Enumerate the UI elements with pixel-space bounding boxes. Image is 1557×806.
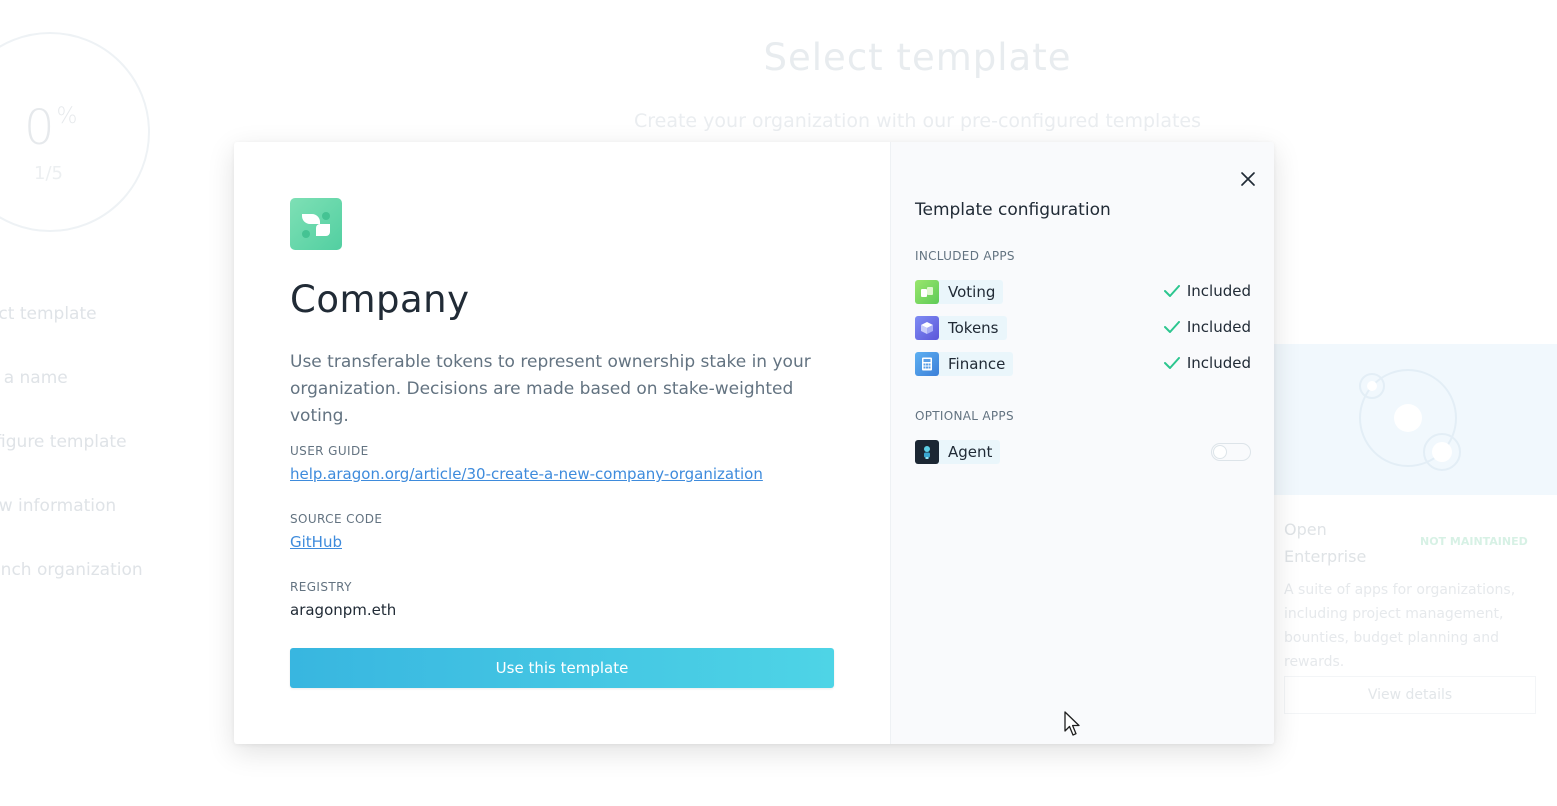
use-template-button[interactable]: Use this template xyxy=(290,648,834,688)
card-description: A suite of apps for organizations, inclu… xyxy=(1284,582,1516,670)
app-name: Voting xyxy=(948,283,996,301)
app-name: Agent xyxy=(948,443,993,461)
close-icon xyxy=(1241,172,1255,186)
included-status: Included xyxy=(1163,282,1251,300)
step-launch-organization: Launch organization xyxy=(0,560,143,580)
user-guide-link[interactable]: help.aragon.org/article/30-create-a-new-… xyxy=(290,465,763,483)
check-icon xyxy=(1163,357,1180,369)
registry-value: aragonpm.eth xyxy=(290,601,397,619)
page-subtitle: Create your organization with our pre-co… xyxy=(633,110,1201,132)
app-row-agent: Agent xyxy=(915,440,1251,464)
app-badge: Finance xyxy=(915,352,1014,376)
included-apps-label: INCLUDED APPS xyxy=(915,249,1015,263)
tokens-app-icon xyxy=(915,316,939,340)
close-button[interactable] xyxy=(1233,164,1263,194)
template-description: Use transferable tokens to represent own… xyxy=(290,352,811,426)
step-configure-template: Configure template xyxy=(0,432,127,452)
company-template-icon xyxy=(290,198,342,250)
template-configuration-panel: Template configuration INCLUDED APPS Vot… xyxy=(890,142,1274,744)
planet-icon xyxy=(1359,369,1461,471)
voting-app-icon xyxy=(915,280,939,304)
optional-apps-label: OPTIONAL APPS xyxy=(915,409,1014,423)
app-row-voting: Voting Included xyxy=(915,280,1251,304)
progress-count: 1/5 xyxy=(34,163,63,184)
view-details-button: View details xyxy=(1284,676,1536,714)
card-name: Open Enterprise xyxy=(1284,520,1367,566)
registry-label: REGISTRY xyxy=(290,580,352,594)
config-title: Template configuration xyxy=(915,200,1111,220)
template-modal: Company Use transferable tokens to repre… xyxy=(234,142,1274,744)
mouse-cursor-icon xyxy=(1064,711,1080,736)
agent-app-icon xyxy=(915,440,939,464)
steps-list: Select template Claim a name Configure t… xyxy=(0,304,143,624)
check-icon xyxy=(1163,321,1180,333)
finance-app-icon xyxy=(915,352,939,376)
included-status: Included xyxy=(1163,354,1251,372)
step-review-information: Review information xyxy=(0,496,117,516)
source-code-label: SOURCE CODE xyxy=(290,512,383,526)
agent-toggle[interactable] xyxy=(1211,443,1251,461)
app-row-finance: Finance Included xyxy=(915,352,1251,376)
template-title: Company xyxy=(290,278,470,321)
step-select-template: Select template xyxy=(0,304,97,324)
user-guide-label: USER GUIDE xyxy=(290,444,369,458)
app-badge: Tokens xyxy=(915,316,1007,340)
app-row-tokens: Tokens Included xyxy=(915,316,1251,340)
app-badge: Voting xyxy=(915,280,1004,304)
step-claim-name: Claim a name xyxy=(0,368,68,388)
app-name: Finance xyxy=(948,355,1006,373)
template-details-panel: Company Use transferable tokens to repre… xyxy=(234,142,890,744)
toggle-knob xyxy=(1213,445,1227,459)
included-status: Included xyxy=(1163,318,1251,336)
app-name: Tokens xyxy=(948,319,999,337)
card-illustration xyxy=(1274,344,1557,495)
app-badge: Agent xyxy=(915,440,1001,464)
source-code-link[interactable]: GitHub xyxy=(290,533,342,551)
template-card-open-enterprise: Open Enterprise NOT MAINTAINED A suite o… xyxy=(1274,344,1557,724)
check-icon xyxy=(1163,285,1180,297)
page-title: Select template xyxy=(763,36,1072,79)
not-maintained-badge: NOT MAINTAINED xyxy=(1420,535,1528,548)
